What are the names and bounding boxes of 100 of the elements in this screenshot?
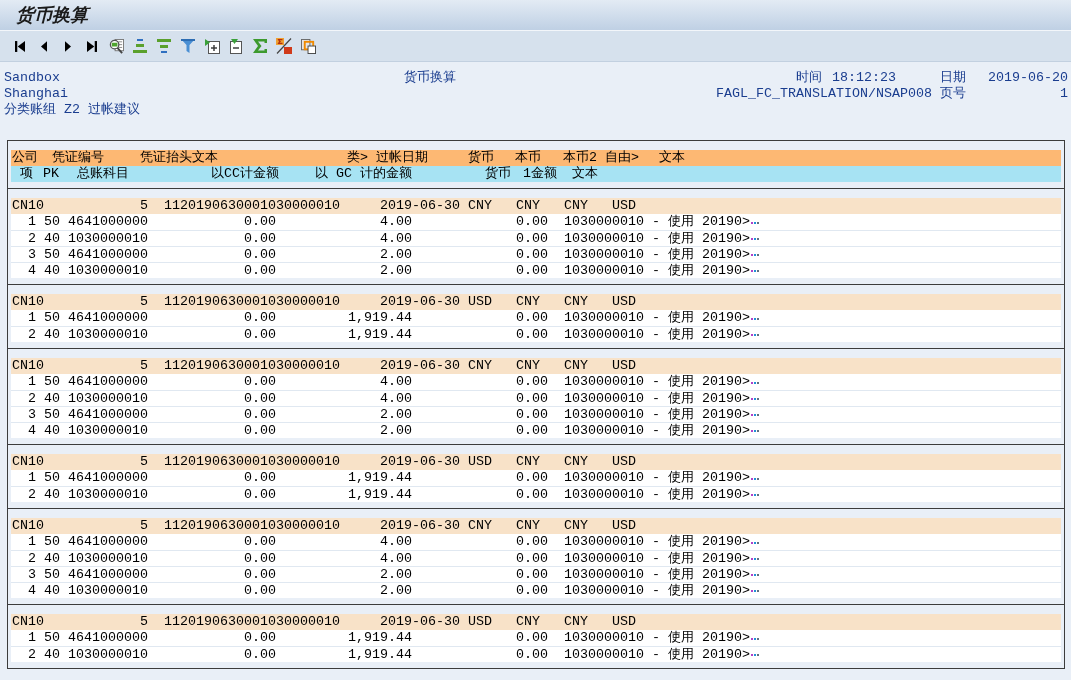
table-cell: CNY	[564, 198, 588, 214]
table-cell: 40	[44, 327, 60, 342]
table-cell: 0.00	[244, 310, 276, 326]
table-cell: 4641000000	[68, 374, 148, 390]
table-cell: 2	[28, 551, 36, 566]
table-cell: 0.00	[244, 534, 276, 550]
table-cell: 1030000010 - 使用 20190>	[564, 566, 750, 583]
table-cell: 4641000000	[68, 214, 148, 230]
table-cell: CNY	[516, 198, 540, 214]
table-cell: 0.00	[516, 231, 548, 246]
table-cell: 0.00	[244, 487, 276, 502]
sort-ascending-icon	[133, 39, 147, 53]
table-cell: USD	[612, 518, 636, 534]
table-cell: CN10	[12, 518, 44, 534]
table-cell: 50	[44, 567, 60, 582]
column-header: 本币	[515, 150, 541, 166]
table-cell: 2019-06-30	[380, 614, 460, 630]
table-cell: 1030000010	[68, 327, 148, 342]
table-cell: CNY	[516, 294, 540, 310]
filter-icon	[181, 39, 195, 53]
table-cell: 0.00	[516, 423, 548, 438]
table-cell: USD	[612, 198, 636, 214]
table-cell: 2019-06-30	[380, 198, 460, 214]
table-cell: 1030000010	[68, 583, 148, 598]
table-cell: CN10	[12, 294, 44, 310]
table-cell: 40	[44, 391, 60, 406]
column-header: 项	[20, 166, 33, 182]
table-cell: 1	[28, 310, 36, 326]
table-cell: 1120190630001030000010	[164, 518, 340, 534]
table-cell: 5	[140, 198, 148, 214]
table-cell: 1030000010 - 使用 20190>	[564, 630, 750, 646]
table-cell: 0.00	[516, 630, 548, 646]
table-cell: 1120190630001030000010	[164, 614, 340, 630]
table-cell: CN10	[12, 358, 44, 374]
table-cell: 0.00	[244, 391, 276, 406]
table-cell: 50	[44, 214, 60, 230]
table-cell: 1120190630001030000010	[164, 294, 340, 310]
table-cell: 1	[28, 374, 36, 390]
table-cell: 50	[44, 534, 60, 550]
time-value: 18:12:23	[832, 70, 896, 86]
sigma-slash-icon	[276, 38, 292, 54]
table-cell: CN10	[12, 198, 44, 214]
table-cell: 4.00	[380, 534, 412, 550]
table-cell: 2019-06-30	[380, 358, 460, 374]
column-header: 过帐日期	[376, 150, 428, 166]
next-page-icon	[65, 40, 71, 52]
table-cell: 0.00	[516, 374, 548, 390]
table-cell: 50	[44, 630, 60, 646]
column-header: 以CC计金额	[211, 166, 279, 182]
table-cell: 1030000010	[68, 551, 148, 566]
location-name: Shanghai	[4, 86, 68, 102]
table-cell: 50	[44, 247, 60, 262]
table-cell: 1030000010 - 使用 20190>	[564, 374, 750, 390]
table-cell: 1030000010 - 使用 20190>	[564, 310, 750, 326]
table-cell: 5	[140, 614, 148, 630]
table-cell: 1030000010	[68, 647, 148, 662]
table-cell: USD	[468, 454, 492, 470]
table-cell: 2.00	[380, 247, 412, 262]
table-cell: 4.00	[380, 214, 412, 230]
column-header: 货币	[468, 150, 494, 166]
table-cell: 0.00	[244, 214, 276, 230]
table-cell: 0.00	[244, 374, 276, 390]
column-header: 类>	[347, 150, 368, 166]
table-cell: 4.00	[380, 231, 412, 246]
table-cell: 0.00	[516, 487, 548, 502]
table-cell: 1030000010 - 使用 20190>	[564, 406, 750, 423]
table-cell: 0.00	[516, 247, 548, 262]
table-cell: 0.00	[516, 407, 548, 422]
table-cell: 0.00	[516, 583, 548, 598]
table-cell: 0.00	[244, 630, 276, 646]
first-page-icon	[15, 40, 25, 52]
table-cell: 1030000010	[68, 487, 148, 502]
table-cell: 0.00	[244, 263, 276, 278]
column-header: 凭证编号	[52, 150, 104, 166]
previous-page-icon	[41, 40, 47, 52]
table-cell: 1030000010 - 使用 20190>	[564, 246, 750, 263]
last-page-icon	[87, 40, 97, 52]
table-cell: 40	[44, 551, 60, 566]
table-cell: 4	[28, 423, 36, 438]
table-cell: 0.00	[244, 551, 276, 566]
subtotal-button[interactable]	[273, 35, 295, 57]
date-value: 2019-06-20	[988, 70, 1068, 86]
table-cell: 4641000000	[68, 470, 148, 486]
table-cell: 1,919.44	[348, 310, 412, 326]
table-cell: 1030000010 - 使用 20190>	[564, 326, 750, 343]
table-cell: 0.00	[516, 470, 548, 486]
table-cell: 0.00	[244, 567, 276, 582]
table-cell: 5	[140, 518, 148, 534]
table-cell: 1030000010 - 使用 20190>	[564, 550, 750, 567]
table-cell: 40	[44, 487, 60, 502]
table-cell: USD	[612, 614, 636, 630]
document-plus-icon	[204, 38, 220, 54]
table-cell: CN10	[12, 454, 44, 470]
table-cell: CNY	[468, 198, 492, 214]
table-cell: 4.00	[380, 391, 412, 406]
report-title: 货币换算	[404, 70, 456, 86]
table-cell: 1,919.44	[348, 470, 412, 486]
table-cell: 0.00	[244, 470, 276, 486]
table-cell: 2019-06-30	[380, 518, 460, 534]
column-header: 自由>	[605, 150, 639, 166]
